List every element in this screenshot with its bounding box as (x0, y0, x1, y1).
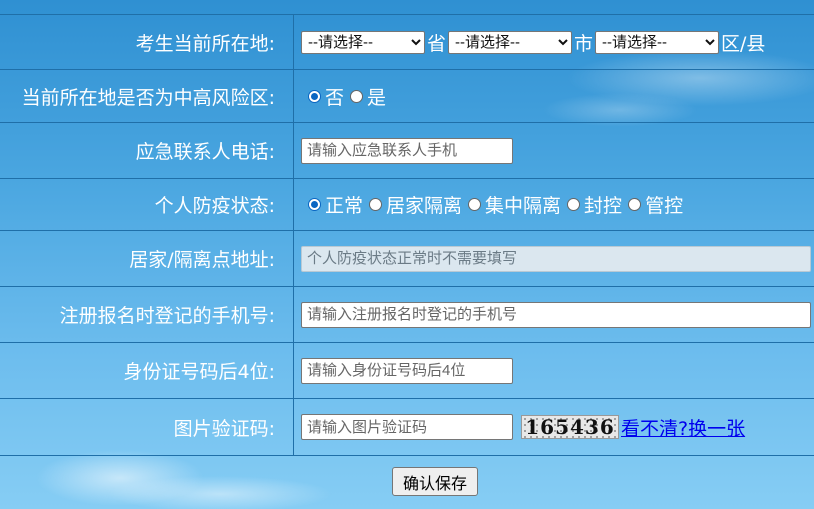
epidemic-status-option-home-quarantine[interactable]: 居家隔离 (369, 191, 462, 218)
epidemic-status-row: 个人防疫状态: 正常 居家隔离 集中隔离 封控 管控 (0, 178, 814, 230)
emergency-phone-field (294, 123, 814, 178)
risk-area-row: 当前所在地是否为中高风险区: 否 是 (0, 69, 814, 122)
registered-phone-row: 注册报名时登记的手机号: (0, 286, 814, 342)
captcha-row: 图片验证码: 165436 看不清?换一张 (0, 398, 814, 455)
emergency-phone-input[interactable] (301, 137, 513, 164)
epidemic-status-option-label: 正常 (325, 195, 364, 217)
captcha-image[interactable]: 165436 (521, 415, 619, 439)
emergency-phone-row: 应急联系人电话: (0, 122, 814, 178)
epidemic-status-option-normal[interactable]: 正常 (308, 191, 363, 218)
risk-area-option-label: 是 (367, 86, 387, 109)
epidemic-status-option-central-quarantine[interactable]: 集中隔离 (468, 191, 561, 218)
epidemic-status-option-label: 管控 (645, 195, 684, 217)
risk-area-option-label: 否 (325, 86, 345, 109)
risk-area-option-no[interactable]: 否 (308, 83, 344, 110)
captcha-input[interactable] (301, 414, 513, 440)
location-row: 考生当前所在地: --请选择-- 省 --请选择-- 市 --请选择-- 区/县 (0, 14, 814, 69)
form-footer: 确认保存 (0, 455, 814, 509)
quarantine-address-input (301, 245, 811, 272)
quarantine-address-field (294, 231, 814, 286)
district-select[interactable]: --请选择-- (595, 30, 720, 54)
id-last4-row: 身份证号码后4位: (0, 342, 814, 398)
epidemic-status-option-control[interactable]: 管控 (628, 191, 683, 218)
province-select[interactable]: --请选择-- (301, 30, 425, 54)
quarantine-address-row: 居家/隔离点地址: (0, 230, 814, 286)
epidemic-status-option-label: 封控 (584, 195, 623, 217)
registered-phone-field (294, 287, 814, 342)
epidemic-status-option-label: 集中隔离 (485, 195, 562, 217)
radio-unchecked-icon[interactable] (369, 198, 383, 211)
location-field: --请选择-- 省 --请选择-- 市 --请选择-- 区/县 (294, 15, 814, 69)
province-unit: 省 (427, 32, 447, 55)
city-select[interactable]: --请选择-- (448, 30, 573, 54)
registration-form: 考生当前所在地: --请选择-- 省 --请选择-- 市 --请选择-- 区/县… (0, 14, 814, 455)
risk-area-option-yes[interactable]: 是 (350, 83, 386, 110)
location-label: 考生当前所在地: (0, 15, 294, 69)
captcha-label: 图片验证码: (0, 399, 294, 455)
radio-unchecked-icon[interactable] (350, 89, 364, 103)
radio-unchecked-icon[interactable] (628, 198, 642, 211)
id-last4-input[interactable] (301, 357, 513, 384)
radio-unchecked-icon[interactable] (567, 198, 581, 211)
epidemic-status-option-lockdown[interactable]: 封控 (567, 191, 622, 218)
epidemic-status-field: 正常 居家隔离 集中隔离 封控 管控 (294, 179, 814, 230)
radio-checked-icon[interactable] (308, 89, 321, 103)
radio-checked-icon[interactable] (308, 198, 321, 211)
risk-area-label: 当前所在地是否为中高风险区: (0, 70, 294, 122)
save-button[interactable]: 确认保存 (392, 467, 478, 496)
captcha-field: 165436 看不清?换一张 (294, 399, 814, 455)
risk-area-field: 否 是 (294, 70, 814, 122)
id-last4-field (294, 343, 814, 398)
captcha-refresh-link[interactable]: 看不清?换一张 (621, 414, 745, 441)
id-last4-label: 身份证号码后4位: (0, 343, 294, 398)
radio-unchecked-icon[interactable] (468, 198, 482, 211)
registered-phone-label: 注册报名时登记的手机号: (0, 287, 294, 342)
epidemic-status-option-label: 居家隔离 (386, 195, 463, 217)
city-unit: 市 (574, 32, 594, 55)
quarantine-address-label: 居家/隔离点地址: (0, 231, 294, 286)
emergency-phone-label: 应急联系人电话: (0, 123, 294, 178)
registered-phone-input[interactable] (301, 301, 811, 328)
epidemic-status-label: 个人防疫状态: (0, 179, 294, 230)
district-unit: 区/县 (721, 32, 766, 55)
